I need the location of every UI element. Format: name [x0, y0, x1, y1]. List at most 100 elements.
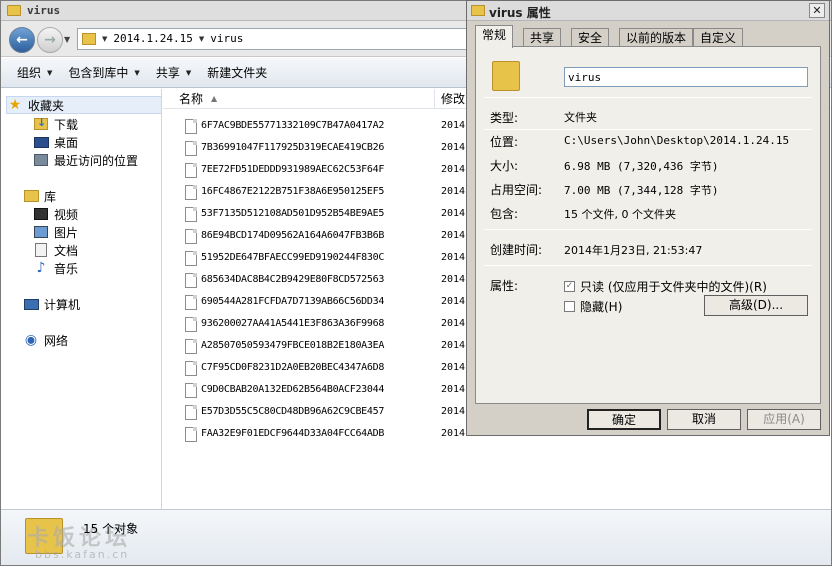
tab-general[interactable]: 常规 [475, 25, 514, 48]
file-name: C7F95CD0F8231D2A0EB20BEC4347A6D8 [201, 362, 385, 373]
tab-previous-versions[interactable]: 以前的版本 [619, 28, 694, 47]
size-on-disk-label: 占用空间: [490, 183, 543, 197]
file-date: 2014 [441, 186, 466, 197]
file-icon [185, 405, 197, 420]
tab-security[interactable]: 安全 [571, 28, 610, 47]
file-name: FAA32E9F01EDCF9644D33A04FCC64ADB [201, 428, 385, 439]
sidebar-item-label: 库 [44, 189, 57, 204]
new-folder-button[interactable]: 新建文件夹 [199, 61, 275, 85]
organize-button[interactable]: 组织 ▼ [9, 61, 60, 85]
chevron-down-icon[interactable]: ▼ [64, 35, 70, 44]
contains-value: 15 个文件, 0 个文件夹 [564, 208, 676, 221]
picture-icon [34, 226, 48, 238]
arrow-right-icon: → [44, 32, 56, 48]
breadcrumb: ▼ 2014.1.24.15 ▼ virus [102, 32, 243, 45]
sidebar-item-music[interactable]: ♪ 音乐 [33, 259, 78, 277]
file-name: 7EE72FD51DEDDD931989AEC62C53F64F [201, 164, 385, 175]
sidebar-item-recent[interactable]: 最近访问的位置 [33, 151, 138, 169]
sidebar-item-pictures[interactable]: 图片 [33, 223, 78, 241]
video-icon [34, 208, 48, 220]
organize-label: 组织 [17, 66, 42, 80]
file-name: E57D3D55C5C80CD48DB96A62C9CBE457 [201, 406, 385, 417]
address-field[interactable]: ▼ 2014.1.24.15 ▼ virus [77, 28, 477, 50]
file-icon [185, 339, 197, 354]
file-name: C9D0CBAB20A132ED62B564B0ACF23044 [201, 384, 385, 395]
file-name: 6F7AC9BDE55771332109C7B47A0417A2 [201, 120, 385, 131]
column-header-name[interactable]: 名称 ▲ [163, 89, 435, 109]
sidebar-item-label: 文档 [54, 243, 79, 258]
file-icon [185, 207, 197, 222]
sidebar-item-label: 音乐 [54, 261, 79, 276]
file-icon [185, 295, 197, 310]
breadcrumb-item[interactable]: virus [210, 32, 243, 45]
file-date: 2014 [441, 142, 466, 153]
size-on-disk-value: 7.00 MB (7,344,128 字节) [564, 184, 719, 197]
readonly-checkbox[interactable]: ✓ [564, 281, 575, 292]
column-date-label: 修改 [441, 92, 466, 106]
sidebar-item-network[interactable]: ◉ 网络 [23, 331, 68, 349]
share-button[interactable]: 共享 ▼ [148, 61, 199, 85]
desktop-icon [33, 136, 49, 148]
file-date: 2014 [441, 164, 466, 175]
file-name: 7B36991047F117925D319ECAE419CB26 [201, 142, 385, 153]
tab-customize[interactable]: 自定义 [693, 28, 744, 47]
sidebar-item-desktop[interactable]: 桌面 [33, 133, 78, 151]
sidebar-item-favorites[interactable]: ★ 收藏夹 [6, 96, 162, 114]
file-icon [185, 141, 197, 156]
file-name: 936200027AA41A5441E3F863A36F9968 [201, 318, 385, 329]
file-date: 2014 [441, 120, 466, 131]
divider [484, 229, 812, 230]
file-name: 53F7135D512108AD501D952B54BE9AE5 [201, 208, 385, 219]
readonly-label: 只读 (仅应用于文件夹中的文件)(R) [580, 280, 767, 294]
sidebar-item-libraries[interactable]: 库 [23, 187, 56, 205]
sidebar-item-downloads[interactable]: 下载 [33, 115, 78, 133]
include-in-library-button[interactable]: 包含到库中 ▼ [60, 61, 147, 85]
file-date: 2014 [441, 296, 466, 307]
chevron-down-icon[interactable]: ▼ [199, 35, 204, 43]
sidebar-item-label: 下载 [54, 117, 79, 132]
attributes-label: 属性: [490, 279, 519, 293]
size-label: 大小: [490, 159, 519, 173]
folder-icon [82, 33, 96, 45]
file-name: 51952DE647BFAECC99ED9190244F830C [201, 252, 385, 263]
file-icon [185, 383, 197, 398]
file-name: 685634DAC8B4C2B9429E80F8CD572563 [201, 274, 385, 285]
file-icon [185, 163, 197, 178]
file-date: 2014 [441, 318, 466, 329]
file-date: 2014 [441, 406, 466, 417]
details-pane: 卡饭论坛 bbs.kafan.cn 15 个对象 [1, 509, 831, 565]
file-icon [185, 273, 197, 288]
breadcrumb-item[interactable]: 2014.1.24.15 [113, 32, 192, 45]
forward-button[interactable]: → [37, 27, 63, 53]
file-date: 2014 [441, 384, 466, 395]
close-button[interactable]: ✕ [809, 3, 825, 18]
sidebar-item-label: 网络 [44, 333, 69, 348]
sidebar-item-label: 收藏夹 [28, 98, 65, 113]
hidden-checkbox[interactable] [564, 301, 575, 312]
sidebar-item-computer[interactable]: 计算机 [23, 295, 80, 313]
sidebar-item-label: 视频 [54, 207, 79, 222]
sidebar-item-documents[interactable]: 文档 [33, 241, 78, 259]
watermark-url: bbs.kafan.cn [35, 548, 130, 561]
divider [484, 129, 812, 130]
back-button[interactable]: ← [9, 27, 35, 53]
network-icon: ◉ [24, 332, 38, 348]
type-value: 文件夹 [564, 111, 597, 124]
folder-icon [7, 5, 21, 16]
cancel-button[interactable]: 取消 [667, 409, 741, 430]
file-date: 2014 [441, 252, 466, 263]
share-label: 共享 [155, 66, 180, 80]
divider [484, 265, 812, 266]
sidebar-item-videos[interactable]: 视频 [33, 205, 78, 223]
contains-label: 包含: [490, 207, 519, 221]
include-in-library-label: 包含到库中 [68, 66, 129, 80]
chevron-down-icon[interactable]: ▼ [102, 35, 107, 43]
apply-button[interactable]: 应用(A) [747, 409, 821, 430]
advanced-button[interactable]: 高级(D)... [704, 295, 808, 316]
folder-name-input[interactable] [564, 67, 808, 87]
file-date: 2014 [441, 362, 466, 373]
location-label: 位置: [490, 135, 519, 149]
ok-button[interactable]: 确定 [587, 409, 661, 430]
item-count: 15 个对象 [83, 522, 139, 536]
tab-sharing[interactable]: 共享 [523, 28, 562, 47]
